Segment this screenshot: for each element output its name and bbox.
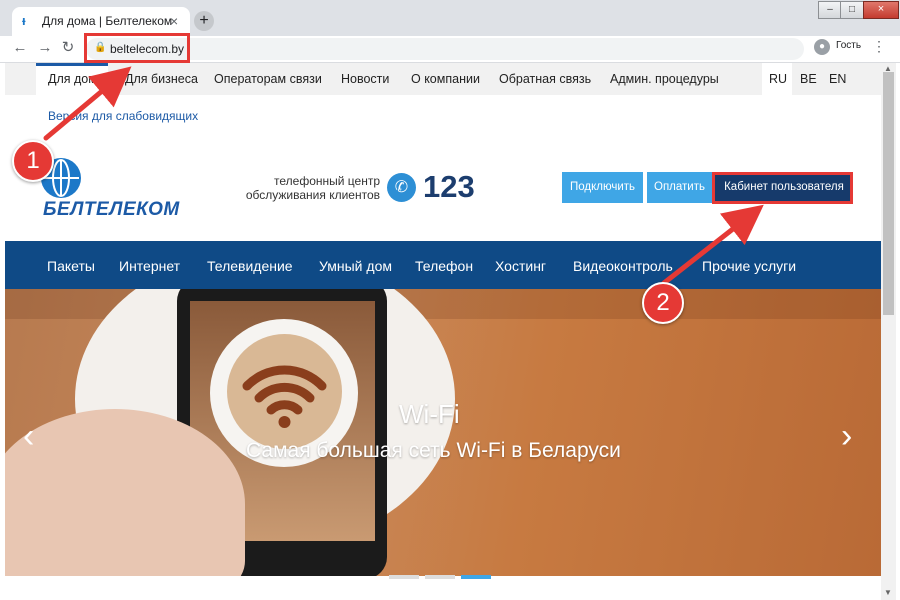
annotation-step-2: 2: [642, 282, 684, 324]
annotation-arrow-1: [43, 66, 132, 141]
annotation-step-1: 1: [12, 140, 54, 182]
annotation-arrow-2: [661, 204, 764, 286]
annotation-arrows: [43, 66, 764, 286]
